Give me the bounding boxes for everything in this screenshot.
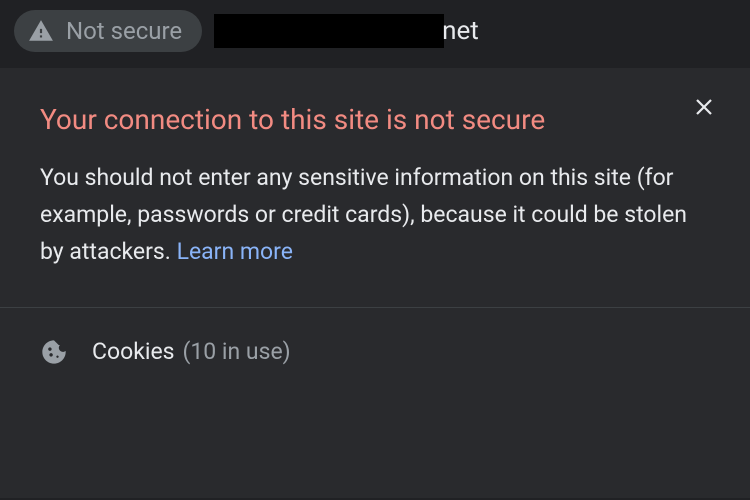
url-suffix: net — [442, 16, 479, 46]
warning-triangle-icon — [28, 18, 54, 44]
site-info-popup: Your connection to this site is not secu… — [0, 68, 750, 498]
cookies-label: Cookies — [92, 338, 175, 365]
cookies-count: (10 in use) — [183, 338, 291, 365]
cookie-icon — [40, 338, 68, 366]
security-chip-label: Not secure — [66, 17, 182, 45]
close-button[interactable] — [686, 90, 722, 126]
url-display[interactable]: net — [214, 14, 736, 48]
address-bar-area: Not secure net — [0, 0, 750, 58]
learn-more-link[interactable]: Learn more — [177, 238, 293, 265]
url-redacted-segment — [214, 14, 444, 48]
security-chip[interactable]: Not secure — [14, 10, 202, 52]
popup-main-section: Your connection to this site is not secu… — [0, 68, 750, 307]
warning-body: You should not enter any sensitive infor… — [40, 160, 710, 270]
close-icon — [692, 95, 716, 122]
warning-body-text: You should not enter any sensitive infor… — [40, 164, 687, 265]
cookies-row[interactable]: Cookies (10 in use) — [0, 308, 750, 396]
cookies-text: Cookies (10 in use) — [92, 338, 291, 365]
warning-title: Your connection to this site is not secu… — [40, 102, 710, 138]
